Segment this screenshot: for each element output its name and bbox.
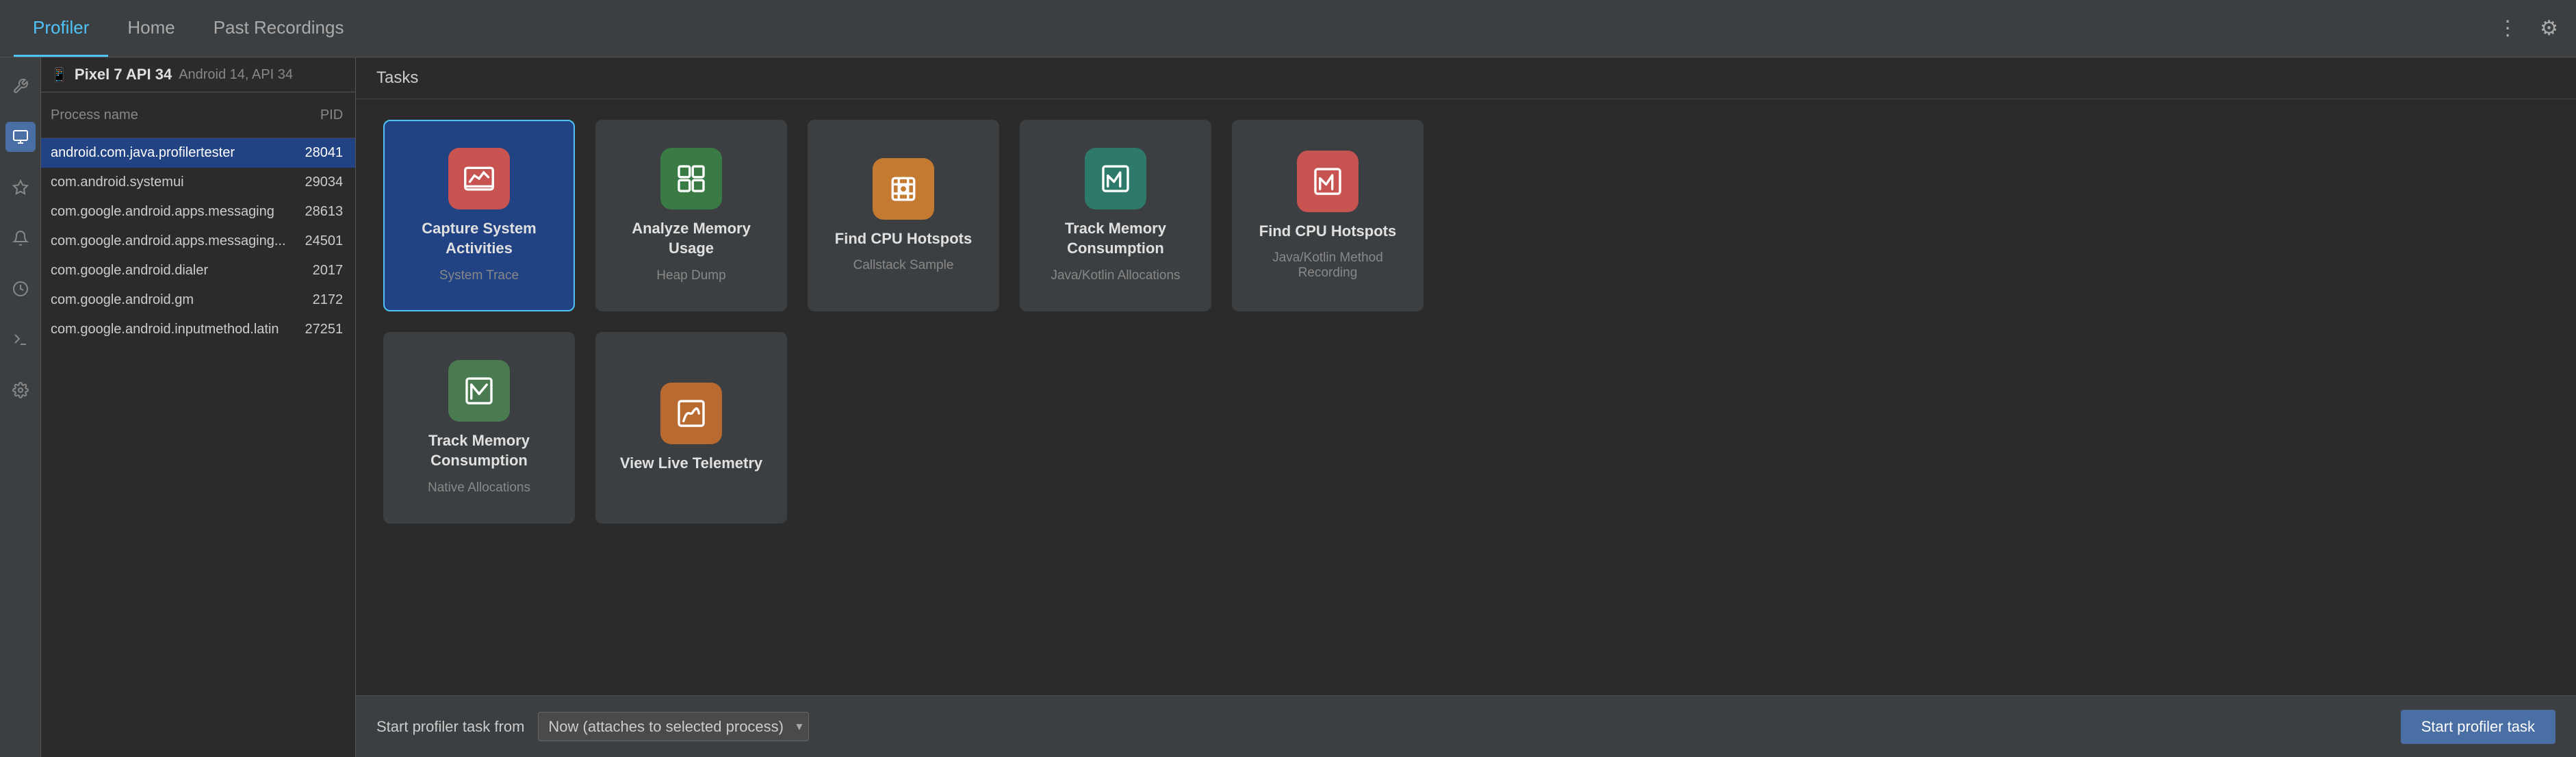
table-row[interactable]: com.google.android.gm 2172 Profileable bbox=[41, 285, 355, 315]
start-profiler-button[interactable]: Start profiler task bbox=[2401, 710, 2555, 744]
task-title-cpu-hotspots: Find CPU Hotspots bbox=[835, 229, 972, 249]
process-config-cell: Profileable bbox=[352, 227, 355, 256]
tab-past-recordings-label: Past Recordings bbox=[214, 17, 344, 38]
col-header-process-name: Process name bbox=[41, 92, 296, 138]
task-icon-native-alloc bbox=[448, 360, 510, 422]
bottom-bar: Start profiler task from Now (attaches t… bbox=[356, 695, 2576, 757]
task-subtitle-java-kotlin-method: Java/Kotlin Method Recording bbox=[1247, 251, 1408, 281]
device-icon: 📱 bbox=[51, 66, 68, 84]
col-header-pid: PID bbox=[296, 92, 353, 138]
process-config-cell: Profileable bbox=[352, 256, 355, 285]
tab-bar: Profiler Home Past Recordings ⋮ ⚙ bbox=[0, 0, 2576, 57]
sidebar-icons bbox=[0, 57, 41, 757]
tasks-header: Tasks bbox=[356, 57, 2576, 99]
device-name: Pixel 7 API 34 bbox=[75, 66, 172, 84]
task-title-java-kotlin-alloc: Track Memory Consumption bbox=[1035, 219, 1196, 258]
task-subtitle-cpu-hotspots: Callstack Sample bbox=[853, 258, 954, 273]
process-pid-cell: 2172 bbox=[296, 285, 353, 315]
process-config-cell: Profileable bbox=[352, 197, 355, 227]
tasks-row-1: Capture System Activities System Trace An… bbox=[383, 120, 2549, 311]
task-card-java-kotlin-method[interactable]: Find CPU Hotspots Java/Kotlin Method Reco… bbox=[1232, 120, 1424, 311]
sidebar-icon-tools[interactable] bbox=[5, 71, 36, 101]
table-row[interactable]: com.google.android.apps.messaging... 245… bbox=[41, 227, 355, 256]
settings-button[interactable]: ⚙ bbox=[2536, 12, 2562, 44]
task-icon-heap-dump bbox=[660, 148, 722, 209]
tab-profiler-label: Profiler bbox=[33, 17, 89, 38]
process-pid-cell: 27251 bbox=[296, 315, 353, 344]
device-header: 📱 Pixel 7 API 34 Android 14, API 34 bbox=[41, 57, 355, 92]
task-card-heap-dump[interactable]: Analyze Memory Usage Heap Dump bbox=[595, 120, 787, 311]
task-icon-java-kotlin-method bbox=[1297, 151, 1358, 212]
sidebar-icon-bookmark[interactable] bbox=[5, 172, 36, 203]
task-title-heap-dump: Analyze Memory Usage bbox=[610, 219, 772, 258]
process-name-cell: com.google.android.dialer bbox=[41, 256, 296, 285]
task-subtitle-system-trace: System Trace bbox=[439, 268, 519, 283]
col-header-manifest: Manifest Configuration bbox=[352, 92, 355, 138]
process-scroll[interactable]: Process name PID Manifest Configuration … bbox=[41, 92, 355, 757]
task-subtitle-heap-dump: Heap Dump bbox=[656, 268, 725, 283]
sidebar-icon-settings[interactable] bbox=[5, 375, 36, 405]
task-subtitle-java-kotlin-alloc: Java/Kotlin Allocations bbox=[1051, 268, 1180, 283]
sidebar-icon-notifications[interactable] bbox=[5, 223, 36, 253]
process-config-cell: Profileable bbox=[352, 168, 355, 197]
process-name-cell: android.com.java.profilertester bbox=[41, 138, 296, 168]
task-title-system-trace: Capture System Activities bbox=[398, 219, 560, 258]
process-pid-cell: 2017 bbox=[296, 256, 353, 285]
tab-home[interactable]: Home bbox=[108, 0, 194, 57]
task-card-cpu-hotspots[interactable]: Find CPU Hotspots Callstack Sample bbox=[808, 120, 999, 311]
select-wrap: Now (attaches to selected process)On sta… bbox=[538, 712, 809, 741]
task-card-live-telemetry[interactable]: View Live Telemetry bbox=[595, 332, 787, 524]
tasks-grid: Capture System Activities System Trace An… bbox=[356, 99, 2576, 695]
sidebar-icon-device-monitor[interactable] bbox=[5, 122, 36, 152]
device-api: Android 14, API 34 bbox=[179, 67, 293, 83]
overflow-menu-button[interactable]: ⋮ bbox=[2493, 12, 2522, 44]
task-card-native-alloc[interactable]: Track Memory Consumption Native Allocatio… bbox=[383, 332, 575, 524]
process-config-cell: Profileable bbox=[352, 138, 355, 168]
process-pid-cell: 29034 bbox=[296, 168, 353, 197]
task-icon-cpu-hotspots bbox=[873, 158, 934, 220]
sidebar-icon-clock[interactable] bbox=[5, 274, 36, 304]
table-row[interactable]: com.google.android.apps.messaging 28613 … bbox=[41, 197, 355, 227]
process-config-cell: Profileable bbox=[352, 285, 355, 315]
process-pid-cell: 24501 bbox=[296, 227, 353, 256]
task-card-system-trace[interactable]: Capture System Activities System Trace bbox=[383, 120, 575, 311]
tab-home-label: Home bbox=[127, 17, 175, 38]
table-row[interactable]: android.com.java.profilertester 28041 Pr… bbox=[41, 138, 355, 168]
process-panel: 📱 Pixel 7 API 34 Android 14, API 34 Proc… bbox=[41, 57, 356, 757]
process-pid-cell: 28041 bbox=[296, 138, 353, 168]
task-title-java-kotlin-method: Find CPU Hotspots bbox=[1259, 222, 1396, 242]
tab-bar-actions: ⋮ ⚙ bbox=[2493, 12, 2562, 44]
process-pid-cell: 28613 bbox=[296, 197, 353, 227]
task-subtitle-native-alloc: Native Allocations bbox=[428, 480, 530, 496]
tasks-panel: Tasks Capture System Activities System Tr… bbox=[356, 57, 2576, 757]
task-card-java-kotlin-alloc[interactable]: Track Memory Consumption Java/Kotlin Allo… bbox=[1020, 120, 1211, 311]
process-name-cell: com.google.android.apps.messaging bbox=[41, 197, 296, 227]
task-title-native-alloc: Track Memory Consumption bbox=[398, 431, 560, 470]
sidebar-icon-terminal[interactable] bbox=[5, 324, 36, 355]
start-profiler-label: Start profiler task from bbox=[376, 718, 524, 736]
table-row[interactable]: com.android.systemui 29034 Profileable bbox=[41, 168, 355, 197]
table-row[interactable]: com.google.android.inputmethod.latin 272… bbox=[41, 315, 355, 344]
profiler-start-select[interactable]: Now (attaches to selected process)On sta… bbox=[538, 712, 809, 741]
table-row[interactable]: com.google.android.dialer 2017 Profileab… bbox=[41, 256, 355, 285]
task-icon-system-trace bbox=[448, 148, 510, 209]
process-name-cell: com.android.systemui bbox=[41, 168, 296, 197]
process-name-cell: com.google.android.apps.messaging... bbox=[41, 227, 296, 256]
process-table: Process name PID Manifest Configuration … bbox=[41, 92, 355, 344]
task-icon-live-telemetry bbox=[660, 383, 722, 444]
tab-profiler[interactable]: Profiler bbox=[14, 0, 108, 57]
tasks-row-2: Track Memory Consumption Native Allocatio… bbox=[383, 332, 2549, 524]
process-config-cell: Profileable bbox=[352, 315, 355, 344]
main-layout: 📱 Pixel 7 API 34 Android 14, API 34 Proc… bbox=[0, 57, 2576, 757]
process-name-cell: com.google.android.gm bbox=[41, 285, 296, 315]
process-name-cell: com.google.android.inputmethod.latin bbox=[41, 315, 296, 344]
task-icon-java-kotlin-alloc bbox=[1085, 148, 1146, 209]
tab-past-recordings[interactable]: Past Recordings bbox=[194, 0, 363, 57]
task-title-live-telemetry: View Live Telemetry bbox=[620, 454, 762, 474]
